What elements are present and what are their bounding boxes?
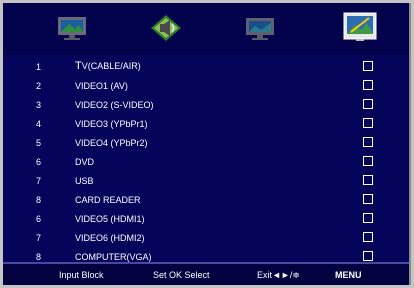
item-label: VIDEO2 (S-VIDEO)	[75, 100, 154, 110]
item-label: VIDEO5 (HDMI1)	[75, 214, 145, 224]
item-number: 8	[36, 195, 42, 205]
list-item[interactable]: 6 DVD	[3, 152, 409, 171]
item-number: 3	[36, 100, 42, 110]
block-checkbox[interactable]	[363, 175, 373, 185]
item-number: 2	[36, 81, 42, 91]
item-label: CARD READER	[75, 195, 141, 205]
list-item[interactable]: 5 VIDEO4 (YPbPr2)	[3, 133, 409, 152]
block-checkbox[interactable]	[363, 232, 373, 242]
item-number: 6	[36, 214, 42, 224]
sound-icon[interactable]	[149, 14, 183, 42]
screen-frame: 1 TV(CABLE/AIR) 2 VIDEO1 (AV) 3 VIDEO2 (…	[0, 0, 414, 288]
block-checkbox[interactable]	[363, 99, 373, 109]
item-number: 8	[36, 252, 42, 262]
monitor-setup-icon[interactable]	[243, 14, 277, 42]
item-label: VIDEO6 (HDMI2)	[75, 233, 145, 243]
item-number: 7	[36, 233, 42, 243]
item-number: 5	[36, 138, 42, 148]
list-item[interactable]: 2 VIDEO1 (AV)	[3, 76, 409, 95]
menu-button-hint: MENU	[335, 270, 362, 280]
item-number: 6	[36, 157, 42, 167]
block-checkbox[interactable]	[363, 213, 373, 223]
exit-nav-hint: Exit◄►/≑	[257, 270, 300, 280]
menu-tab-bar	[3, 3, 409, 55]
list-item[interactable]: 4 VIDEO3 (YPbPr1)	[3, 114, 409, 133]
item-number: 7	[36, 176, 42, 186]
block-checkbox[interactable]	[363, 61, 373, 71]
list-item[interactable]: 6 VIDEO5 (HDMI1)	[3, 209, 409, 228]
block-checkbox[interactable]	[363, 251, 373, 261]
block-checkbox[interactable]	[363, 80, 373, 90]
menu-title: Input Block	[59, 270, 104, 280]
item-number: 1	[36, 62, 42, 72]
item-number: 4	[36, 119, 42, 129]
menu-panel: 1 TV(CABLE/AIR) 2 VIDEO1 (AV) 3 VIDEO2 (…	[3, 3, 411, 285]
item-label: TV(CABLE/AIR)	[75, 60, 141, 72]
list-item[interactable]: 7 USB	[3, 171, 409, 190]
item-label: USB	[75, 176, 94, 186]
block-checkbox[interactable]	[363, 118, 373, 128]
set-select-hint: Set OK Select	[153, 270, 210, 280]
list-item[interactable]: 7 VIDEO6 (HDMI2)	[3, 228, 409, 247]
footer-bar: Input Block Set OK Select Exit◄►/≑ MENU	[3, 264, 409, 285]
block-checkbox[interactable]	[363, 156, 373, 166]
item-label: VIDEO3 (YPbPr1)	[75, 119, 148, 129]
item-label: VIDEO4 (YPbPr2)	[75, 138, 148, 148]
list-item[interactable]: 8 CARD READER	[3, 190, 409, 209]
list-item[interactable]: 3 VIDEO2 (S-VIDEO)	[3, 95, 409, 114]
block-checkbox[interactable]	[363, 194, 373, 204]
item-label: DVD	[75, 157, 95, 167]
list-item[interactable]: 1 TV(CABLE/AIR)	[3, 57, 409, 76]
item-label: COMPUTER(VGA)	[75, 252, 152, 262]
input-block-icon[interactable]	[342, 10, 378, 44]
item-label: VIDEO1 (AV)	[75, 81, 128, 91]
tv-picture-icon[interactable]	[55, 14, 89, 42]
block-checkbox[interactable]	[363, 137, 373, 147]
